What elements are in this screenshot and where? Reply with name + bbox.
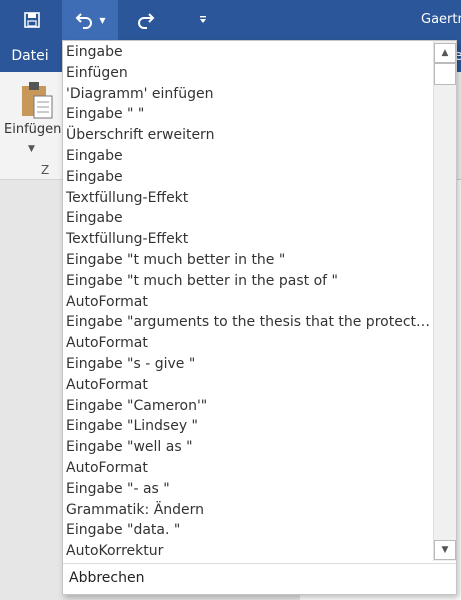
list-item[interactable]: Eingabe "arguments to the thesis that th… xyxy=(63,312,433,333)
list-item[interactable]: Eingabe "Lindsey " xyxy=(63,416,433,437)
paste-label: Einfügen xyxy=(4,122,62,137)
list-item[interactable]: Eingabe "- as " xyxy=(63,479,433,500)
scroll-thumb[interactable] xyxy=(434,63,456,85)
cancel-button[interactable]: Abbrechen xyxy=(69,570,144,586)
customize-qat-icon xyxy=(200,16,206,23)
save-button[interactable] xyxy=(12,0,52,40)
undo-history-list: Eingabe Einfügen 'Diagramm' einfügen Ein… xyxy=(63,42,433,562)
list-item[interactable]: AutoFormat xyxy=(63,375,433,396)
list-item[interactable]: Einfügen xyxy=(63,63,433,84)
redo-button[interactable] xyxy=(128,0,164,40)
list-item[interactable]: Textfüllung-Effekt xyxy=(63,229,433,250)
save-icon xyxy=(24,12,40,28)
scroll-down-button[interactable]: ▼ xyxy=(434,540,456,560)
title-bar: ▼ Gaertn xyxy=(0,0,461,40)
list-item[interactable]: Eingabe " " xyxy=(63,104,433,125)
undo-list-scrollbar[interactable]: ▲ ▼ xyxy=(433,41,456,561)
chevron-down-icon: ▼ xyxy=(441,545,449,555)
tab-datei[interactable]: Datei xyxy=(0,40,60,72)
window-title: Gaertn xyxy=(421,12,461,27)
list-item[interactable]: Eingabe "data. " xyxy=(63,520,433,541)
undo-icon xyxy=(76,13,93,29)
list-item[interactable]: Eingabe "s - give " xyxy=(63,354,433,375)
scroll-up-button[interactable]: ▲ xyxy=(434,43,456,63)
redo-icon xyxy=(138,13,155,29)
list-item[interactable]: Eingabe xyxy=(63,146,433,167)
list-item[interactable]: Eingabe xyxy=(63,167,433,188)
list-item[interactable]: Eingabe "well as " xyxy=(63,437,433,458)
paste-icon xyxy=(22,82,53,119)
list-item[interactable]: Eingabe xyxy=(63,208,433,229)
chevron-down-icon: ▼ xyxy=(99,15,106,25)
undo-button[interactable]: ▼ xyxy=(62,0,118,40)
list-item[interactable]: Eingabe "t much better in the past of " xyxy=(63,271,433,292)
list-item[interactable]: Überschrift erweitern xyxy=(63,125,433,146)
paste-button[interactable]: Einfügen ▼ xyxy=(0,76,62,196)
undo-dropdown-footer: Abbrechen xyxy=(63,563,456,594)
list-item[interactable]: Eingabe "t much better in the " xyxy=(63,250,433,271)
list-item[interactable]: AutoFormat xyxy=(63,333,433,354)
list-item[interactable]: AutoKorrektur xyxy=(63,541,433,562)
chevron-down-icon: ▼ xyxy=(28,144,35,154)
customize-qat-button[interactable] xyxy=(190,0,216,40)
list-item[interactable]: AutoFormat xyxy=(63,292,433,313)
list-item[interactable]: Grammatik: Ändern xyxy=(63,500,433,521)
chevron-up-icon: ▲ xyxy=(441,48,449,58)
undo-history-dropdown: Eingabe Einfügen 'Diagramm' einfügen Ein… xyxy=(62,40,457,595)
list-item[interactable]: Eingabe "Cameron'" xyxy=(63,396,433,417)
list-item[interactable]: Textfüllung-Effekt xyxy=(63,188,433,209)
list-item[interactable]: Eingabe xyxy=(63,42,433,63)
list-item[interactable]: 'Diagramm' einfügen xyxy=(63,84,433,105)
group-label: Z xyxy=(41,163,50,177)
list-item[interactable]: AutoFormat xyxy=(63,458,433,479)
